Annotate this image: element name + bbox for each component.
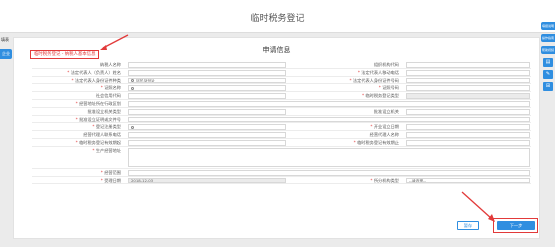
arrow-to-next-line bbox=[461, 191, 493, 220]
arrow-to-next-head bbox=[488, 214, 495, 222]
annotation-arrows bbox=[100, 34, 495, 222]
arrow-to-tag-line bbox=[102, 34, 129, 49]
arrow-to-tag-head bbox=[100, 45, 107, 50]
